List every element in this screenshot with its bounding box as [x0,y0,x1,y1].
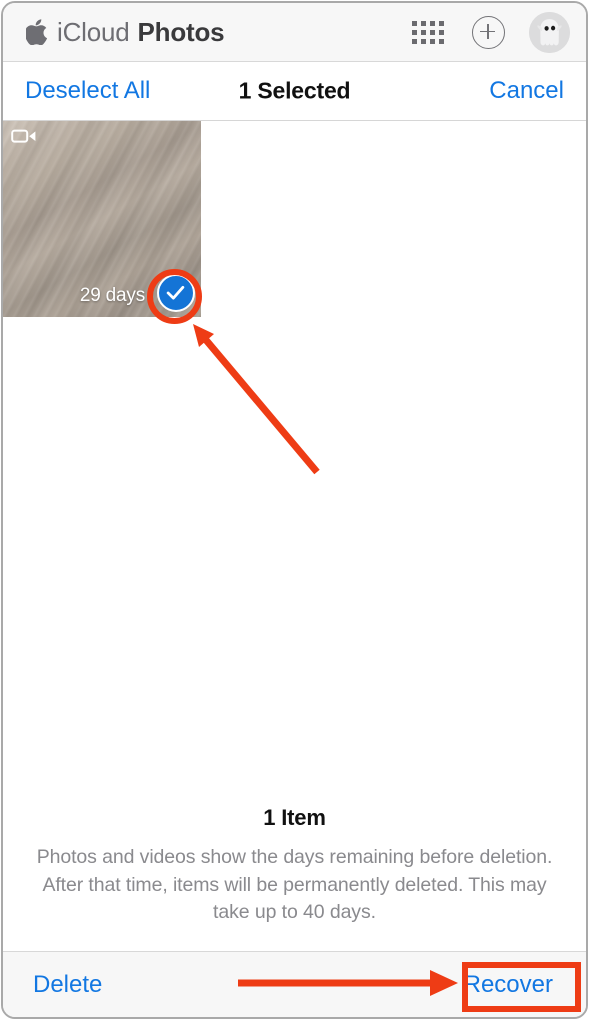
days-remaining-label: 29 days [79,285,145,306]
brand-icloud-text: iCloud [57,16,130,47]
apple-logo-icon [26,19,48,45]
item-count-label: 1 Item [263,804,326,830]
user-avatar[interactable] [529,11,570,53]
brand-logo-group[interactable]: iCloud Photos [26,16,225,48]
app-grid-icon[interactable] [412,20,444,44]
checkmark-icon [166,285,185,300]
recover-button[interactable]: Recover [464,971,553,999]
selection-checkmark[interactable] [157,274,195,312]
memoji-ghost-icon [529,11,570,53]
delete-button[interactable]: Delete [33,971,102,999]
footer-description-text: Photos and videos show the days remainin… [36,845,553,924]
icloud-photos-window: iCloud Photos Deselect All 1 Selected Ca… [1,1,588,1019]
toolbar-actions [412,11,570,53]
video-camera-icon [11,129,36,143]
brand-photos-text: Photos [137,16,225,47]
cancel-button[interactable]: Cancel [489,77,564,105]
footer-info: 1 Item Photos and videos show the days r… [3,805,586,927]
bottom-action-bar: Delete Recover [3,951,586,1017]
plus-circle-icon[interactable] [472,15,505,49]
app-toolbar: iCloud Photos [3,3,586,62]
selection-toolbar: Deselect All 1 Selected Cancel [3,62,586,121]
grid-item-thumbnail[interactable]: 29 days [3,121,201,317]
